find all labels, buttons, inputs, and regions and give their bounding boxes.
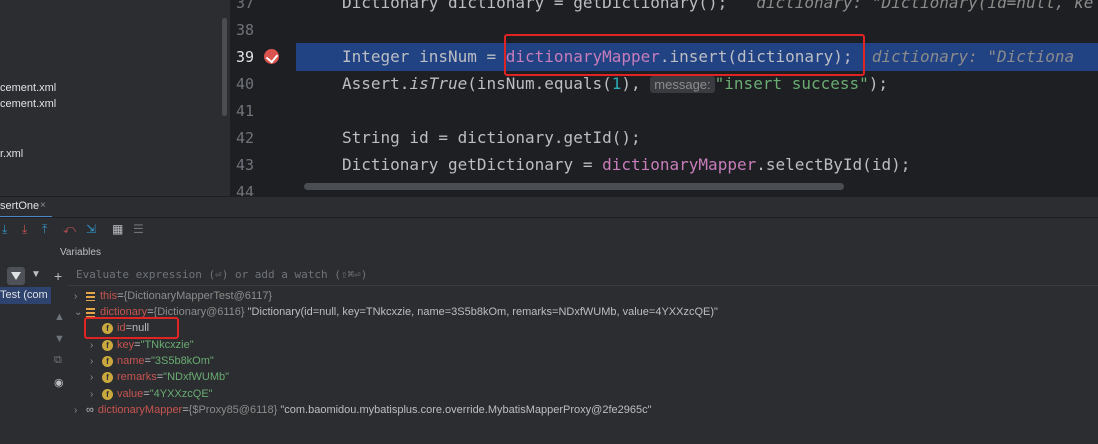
chevron-right-icon[interactable]: › bbox=[90, 356, 102, 367]
field-icon: f bbox=[102, 388, 113, 400]
inline-value-hint: dictionary: "Dictionary(id=null, ke bbox=[756, 0, 1094, 12]
project-tree: cement.xml cement.xml r.xml bbox=[0, 0, 222, 196]
annotation-box-insert-call bbox=[504, 34, 865, 76]
debug-session-tab[interactable]: sertOne bbox=[0, 200, 39, 212]
force-step-into-icon[interactable]: ⤓ bbox=[22, 222, 27, 237]
breakpoint-icon[interactable] bbox=[264, 49, 279, 64]
frame-item[interactable]: Test (com bbox=[0, 289, 48, 301]
code-line-42: String id = dictionary.getId(); bbox=[342, 128, 641, 147]
variable-row-key[interactable]: › f key = "TNkcxzie" bbox=[90, 337, 194, 353]
line-number: 41 bbox=[235, 102, 254, 120]
duplicate-icon[interactable]: ⧉ bbox=[54, 354, 62, 367]
debug-toolbar: ⤓ ⤓ ⤒ ⤺ ⇲ ▦ ☰ bbox=[0, 217, 1098, 240]
field-icon: f bbox=[102, 339, 113, 351]
watch-eye-icon[interactable]: ◉ bbox=[54, 376, 64, 389]
step-over-icon[interactable]: ⤓ bbox=[2, 222, 7, 237]
debug-tool-window-header: sertOne × bbox=[0, 196, 1098, 218]
variables-side-toolbar: + ▲ ▼ ⧉ ◉ bbox=[51, 239, 68, 444]
step-out-icon[interactable]: ⤒ bbox=[42, 222, 47, 237]
tree-file-item[interactable]: cement.xml bbox=[0, 98, 56, 110]
code-line-37: Dictionary dictionary = getDictionary();… bbox=[342, 0, 1093, 12]
chevron-right-icon[interactable]: › bbox=[90, 340, 102, 351]
chevron-down-icon[interactable]: ⌄ bbox=[74, 307, 86, 318]
run-to-cursor-icon[interactable]: ⇲ bbox=[86, 222, 96, 236]
code-line-43: Dictionary getDictionary = dictionaryMap… bbox=[342, 155, 911, 174]
editor-gutter[interactable]: 37 38 39 40 41 42 43 44 bbox=[230, 0, 296, 196]
variable-row-value[interactable]: › f value = "4YXXzcQE" bbox=[90, 386, 213, 402]
chevron-right-icon[interactable]: › bbox=[74, 405, 86, 416]
line-number: 42 bbox=[235, 129, 254, 147]
infinity-icon: ∞ bbox=[86, 404, 94, 416]
move-up-icon[interactable]: ▲ bbox=[54, 311, 65, 323]
evaluate-expression-field[interactable]: Evaluate expression (⏎) or add a watch (… bbox=[68, 265, 1098, 286]
inline-value-hint: dictionary: "Dictiona bbox=[871, 47, 1075, 66]
code-editor[interactable]: 37 38 39 40 41 42 43 44 Dictionary dicti… bbox=[230, 0, 1098, 196]
variables-panel: Variables Evaluate expression (⏎) or add… bbox=[60, 239, 1098, 444]
line-number: 40 bbox=[235, 75, 254, 93]
line-number: 38 bbox=[235, 21, 254, 39]
evaluate-table-icon[interactable]: ▦ bbox=[112, 222, 123, 236]
move-down-icon[interactable]: ▼ bbox=[54, 333, 65, 345]
chevron-down-icon[interactable]: ▼ bbox=[31, 269, 41, 280]
object-icon bbox=[86, 307, 95, 317]
filter-icon[interactable] bbox=[7, 267, 25, 285]
line-number: 39 bbox=[235, 48, 254, 66]
parameter-hint: message: bbox=[650, 76, 715, 93]
line-number: 43 bbox=[235, 156, 254, 174]
settings-lines-icon[interactable]: ☰ bbox=[133, 222, 144, 236]
tree-file-item[interactable]: cement.xml bbox=[0, 82, 56, 94]
tree-file-item[interactable]: r.xml bbox=[0, 148, 23, 160]
variable-row-dictionaryMapper[interactable]: › ∞ dictionaryMapper = {$Proxy85@6118} "… bbox=[74, 402, 652, 418]
variable-row-remarks[interactable]: › f remarks = "NDxfWUMb" bbox=[90, 369, 229, 385]
field-icon: f bbox=[102, 371, 113, 383]
variables-title: Variables bbox=[60, 247, 101, 258]
field-icon: f bbox=[102, 355, 113, 367]
code-line-40: Assert.isTrue(insNum.equals(1), message:… bbox=[342, 74, 889, 93]
line-number: 37 bbox=[235, 0, 254, 12]
add-watch-icon[interactable]: + bbox=[54, 268, 62, 284]
evaluate-expression-input[interactable]: Evaluate expression (⏎) or add a watch (… bbox=[76, 268, 367, 281]
chevron-right-icon[interactable]: › bbox=[74, 291, 86, 302]
close-icon[interactable]: × bbox=[40, 200, 46, 211]
tree-scrollbar[interactable] bbox=[222, 18, 227, 116]
variable-row-this[interactable]: › this = {DictionaryMapperTest@6117} bbox=[74, 288, 272, 304]
variable-row-name[interactable]: › f name = "3S5b8kOm" bbox=[90, 353, 214, 369]
annotation-box-id-null bbox=[84, 317, 179, 339]
chevron-right-icon[interactable]: › bbox=[90, 389, 102, 400]
chevron-right-icon[interactable]: › bbox=[90, 372, 102, 383]
frames-panel: ▼ Test (com bbox=[0, 239, 52, 444]
object-icon bbox=[86, 291, 95, 301]
drop-frame-icon[interactable]: ⤺ bbox=[63, 222, 76, 237]
line-number: 44 bbox=[235, 183, 254, 196]
editor-horizontal-scrollbar[interactable] bbox=[304, 183, 844, 190]
